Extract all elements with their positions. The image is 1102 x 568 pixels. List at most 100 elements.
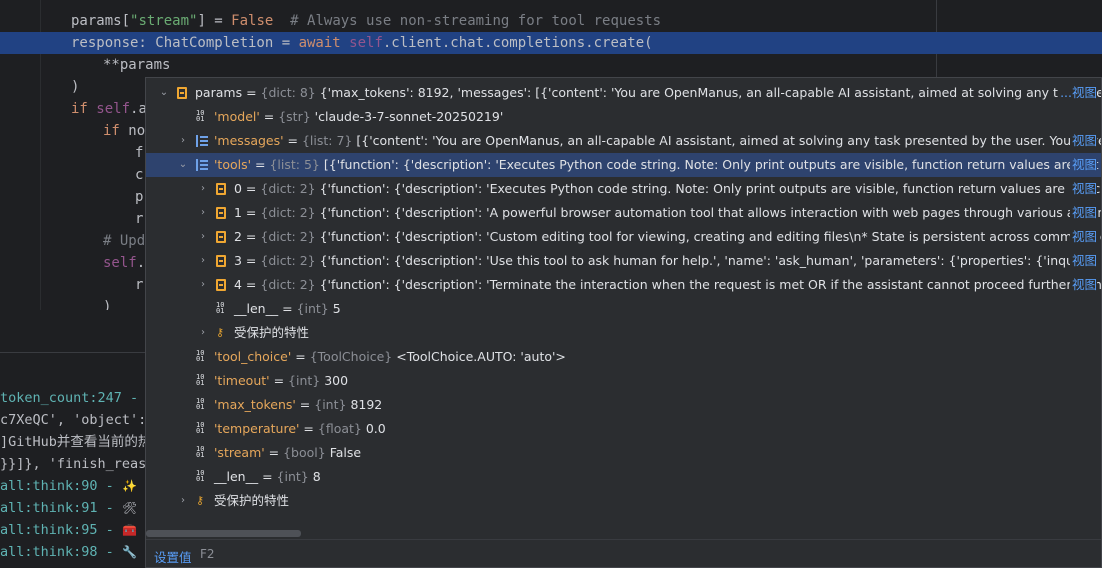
console-text: c7XeQC', 'object': — [0, 412, 147, 428]
variable-type: {int} — [296, 301, 329, 316]
view-link[interactable]: 视图 — [1069, 153, 1097, 177]
tree-row[interactable]: 10 01 'timeout' = {int} 300 — [146, 369, 1101, 393]
variable-value: 300 — [324, 373, 349, 388]
tree-row[interactable]: › 'messages' = {list: 7} [{'content': 'Yo… — [146, 129, 1101, 153]
console-emoji: 🛠 — [122, 501, 138, 515]
view-link[interactable]: 视图 — [1069, 273, 1097, 297]
primitive-value-icon: 10 01 — [196, 373, 205, 387]
collapse-arrow-icon[interactable]: ⌄ — [177, 153, 189, 177]
variable-name: 'timeout' — [214, 373, 270, 388]
set-value-link[interactable]: 设置值 — [154, 547, 192, 566]
view-link[interactable]: 视图 — [1069, 249, 1097, 273]
console-line: ]GitHub并查看当前的热 — [0, 432, 151, 452]
variable-inspector-popup[interactable]: 设置值 F2 ⌄ params = {dict: 8} {'max_tokens'… — [145, 77, 1102, 568]
tree-row[interactable]: › ⚷ 受保护的特性 — [146, 489, 1101, 513]
code-line-current[interactable]: response: ChatCompletion = await self.cl… — [0, 32, 1102, 54]
console-line: }}]}, 'finish_reas — [0, 454, 146, 474]
code-token: self — [349, 35, 383, 51]
code-token: r — [135, 277, 144, 293]
popup-footer: 设置值 F2 — [146, 539, 1101, 568]
expand-arrow-icon[interactable]: › — [197, 225, 209, 249]
primitive-value-icon: 10 01 — [196, 109, 205, 123]
collapse-arrow-icon[interactable]: ⌄ — [158, 81, 170, 105]
variable-value: 5 — [332, 301, 341, 316]
variable-value: [{'function': {'description': 'Executes … — [323, 157, 1101, 172]
console-line: all:think:90 - ✨ — [0, 476, 137, 496]
horizontal-scrollbar[interactable] — [146, 530, 301, 537]
variable-value: {'function': {'description': 'Executes P… — [319, 181, 1101, 196]
tree-row[interactable]: › 1 = {dict: 2} {'function': {'descriptio… — [146, 201, 1101, 225]
variable-type: {list: 5} — [269, 157, 320, 172]
variable-value: {'function': {'description': 'A powerful… — [319, 205, 1101, 220]
code-token: await — [298, 35, 350, 51]
variable-value: False — [329, 445, 362, 460]
row-content: 4 = {dict: 2} {'function': {'description… — [234, 273, 1101, 297]
row-content: 'temperature' = {float} 0.0 — [214, 421, 386, 436]
expand-arrow-icon[interactable]: › — [197, 249, 209, 273]
expand-arrow-icon[interactable]: › — [177, 129, 189, 153]
shortcut-hint: F2 — [200, 547, 215, 561]
variable-value: 'claude-3-7-sonnet-20250219' — [314, 109, 504, 124]
code-text: response: ChatCompletion = await self.cl… — [71, 32, 653, 54]
variable-type: {dict: 2} — [260, 181, 316, 196]
variable-value: {'function': {'description': 'Use this t… — [319, 253, 1101, 268]
variable-name: 受保护的特性 — [214, 493, 290, 508]
expand-arrow-icon[interactable]: › — [197, 201, 209, 225]
view-link[interactable]: 视图 — [1069, 177, 1097, 201]
expand-arrow-icon[interactable]: › — [197, 273, 209, 297]
tree-row[interactable]: ⌄ 'tools' = {list: 5} [{'function': {'des… — [146, 153, 1101, 177]
tree-row[interactable]: 10 01 'temperature' = {float} 0.0 — [146, 417, 1101, 441]
code-text: # Upd — [103, 230, 145, 252]
expand-arrow-icon[interactable]: › — [197, 321, 209, 345]
console-text: }}]}, 'finish_reas — [0, 456, 147, 472]
variable-type: {list: 7} — [301, 133, 353, 148]
tree-row[interactable]: ⌄ params = {dict: 8} {'max_tokens': 8192,… — [146, 81, 1101, 105]
dict-icon — [216, 255, 226, 267]
key-icon: ⚷ — [216, 326, 225, 339]
console-text: ]GitHub并查看当前的热 — [0, 434, 152, 450]
expand-arrow-icon[interactable]: › — [177, 489, 189, 513]
row-content: 3 = {dict: 2} {'function': {'description… — [234, 249, 1101, 273]
console-emoji: ✨ — [122, 479, 137, 493]
console-text: token_count:247 - — [0, 390, 139, 406]
code-token: **params — [103, 57, 171, 73]
tree-row[interactable]: › ⚷ 受保护的特性 — [146, 321, 1101, 345]
view-link[interactable]: 视图 — [1069, 201, 1097, 225]
variable-name: 'tool_choice' — [214, 349, 292, 364]
row-content: 受保护的特性 — [234, 321, 309, 345]
variable-type: {int} — [314, 397, 347, 412]
variable-type: {dict: 2} — [260, 253, 316, 268]
tree-row[interactable]: 10 01 'model' = {str} 'claude-3-7-sonnet-2… — [146, 105, 1101, 129]
view-link[interactable]: 视图 — [1069, 225, 1097, 249]
code-token: # Upd — [103, 233, 146, 249]
code-line[interactable]: **params — [0, 54, 1102, 76]
code-text: f — [135, 142, 143, 164]
console-panel[interactable]: token_count:247 - c7XeQC', 'object': ]GitH… — [0, 310, 151, 568]
code-line[interactable]: params["stream"] = False # Always use no… — [0, 10, 1102, 32]
row-content: params = {dict: 8} {'max_tokens': 8192, … — [195, 81, 1101, 105]
tree-row[interactable]: 10 01 __len__ = {int} 5 — [146, 297, 1101, 321]
variable-name: 2 — [234, 229, 242, 244]
variable-type: {bool} — [283, 445, 326, 460]
console-text: all:think:95 - — [0, 522, 122, 538]
row-content: 'tool_choice' = {ToolChoice} <ToolChoice… — [214, 349, 566, 364]
variable-name: 0 — [234, 181, 242, 196]
tree-row[interactable]: › 3 = {dict: 2} {'function': {'descriptio… — [146, 249, 1101, 273]
tree-row[interactable]: 10 01 'tool_choice' = {ToolChoice} <ToolCh… — [146, 345, 1101, 369]
tree-row[interactable]: › 4 = {dict: 2} {'function': {'descriptio… — [146, 273, 1101, 297]
tree-row[interactable]: › 0 = {dict: 2} {'function': {'descriptio… — [146, 177, 1101, 201]
tree-row[interactable]: 10 01 'stream' = {bool} False — [146, 441, 1101, 465]
code-token: p — [135, 189, 144, 205]
console-line: all:think:98 - 🔧 — [0, 542, 137, 562]
expand-arrow-icon[interactable]: › — [197, 177, 209, 201]
tree-row[interactable]: 10 01 'max_tokens' = {int} 8192 — [146, 393, 1101, 417]
primitive-value-icon: 10 01 — [196, 445, 205, 459]
view-link[interactable]: ...视图 — [1058, 81, 1097, 105]
row-content: 2 = {dict: 2} {'function': {'description… — [234, 225, 1101, 249]
dict-icon — [216, 231, 226, 243]
tree-row[interactable]: › 2 = {dict: 2} {'function': {'descriptio… — [146, 225, 1101, 249]
variable-type: {dict: 2} — [260, 205, 316, 220]
tree-row[interactable]: 10 01 __len__ = {int} 8 — [146, 465, 1101, 489]
view-link[interactable]: 视图 — [1069, 129, 1097, 153]
console-line: all:think:91 - 🛠 — [0, 498, 137, 518]
